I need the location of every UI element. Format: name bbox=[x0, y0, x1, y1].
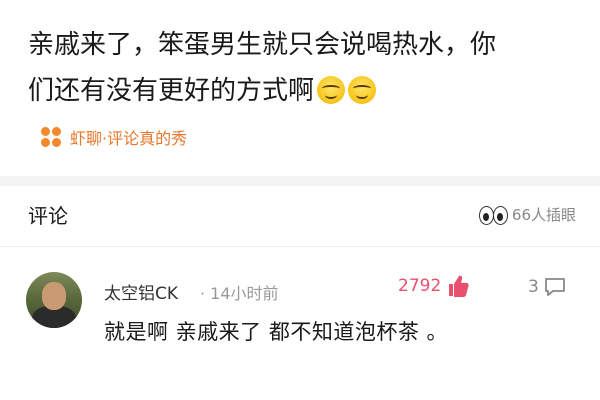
four-dots-icon bbox=[40, 126, 62, 148]
post-text-line2: 们还有没有更好的方式啊 bbox=[28, 76, 315, 106]
smile-emoji-icon bbox=[317, 76, 346, 104]
comment-time: · 14小时前 bbox=[200, 284, 279, 303]
comment-username[interactable]: 太空铝CK bbox=[104, 279, 178, 304]
post-text: 亲戚来了，笨蛋男生就只会说喝热水，你 们还有没有更好的方式啊 bbox=[28, 22, 588, 114]
source-topic-link[interactable]: 虾聊·评论真的秀 bbox=[40, 124, 187, 150]
viewers-label: 66人插眼 bbox=[511, 206, 576, 224]
source-topic-label: 虾聊·评论真的秀 bbox=[70, 129, 188, 148]
reply-button[interactable]: 3 bbox=[528, 276, 566, 298]
viewers-count: 66人插眼 bbox=[478, 204, 576, 225]
peeking-eyes-icon bbox=[478, 205, 508, 225]
comment-text: 就是啊 亲戚来了 都不知道泡杯茶 。 bbox=[104, 320, 449, 344]
comments-title: 评论 bbox=[28, 204, 68, 228]
avatar-face bbox=[42, 282, 66, 310]
post-text-line1: 亲戚来了，笨蛋男生就只会说喝热水，你 bbox=[28, 30, 497, 60]
like-button[interactable]: 2792 bbox=[398, 274, 469, 298]
section-divider bbox=[0, 176, 600, 186]
avatar[interactable] bbox=[26, 272, 82, 328]
replies-count: 3 bbox=[528, 277, 539, 297]
likes-count: 2792 bbox=[398, 276, 442, 296]
smile-emoji-icon bbox=[348, 76, 377, 104]
divider bbox=[0, 246, 600, 247]
thumbs-up-icon bbox=[449, 275, 469, 297]
comment-bubble-icon bbox=[544, 278, 565, 296]
